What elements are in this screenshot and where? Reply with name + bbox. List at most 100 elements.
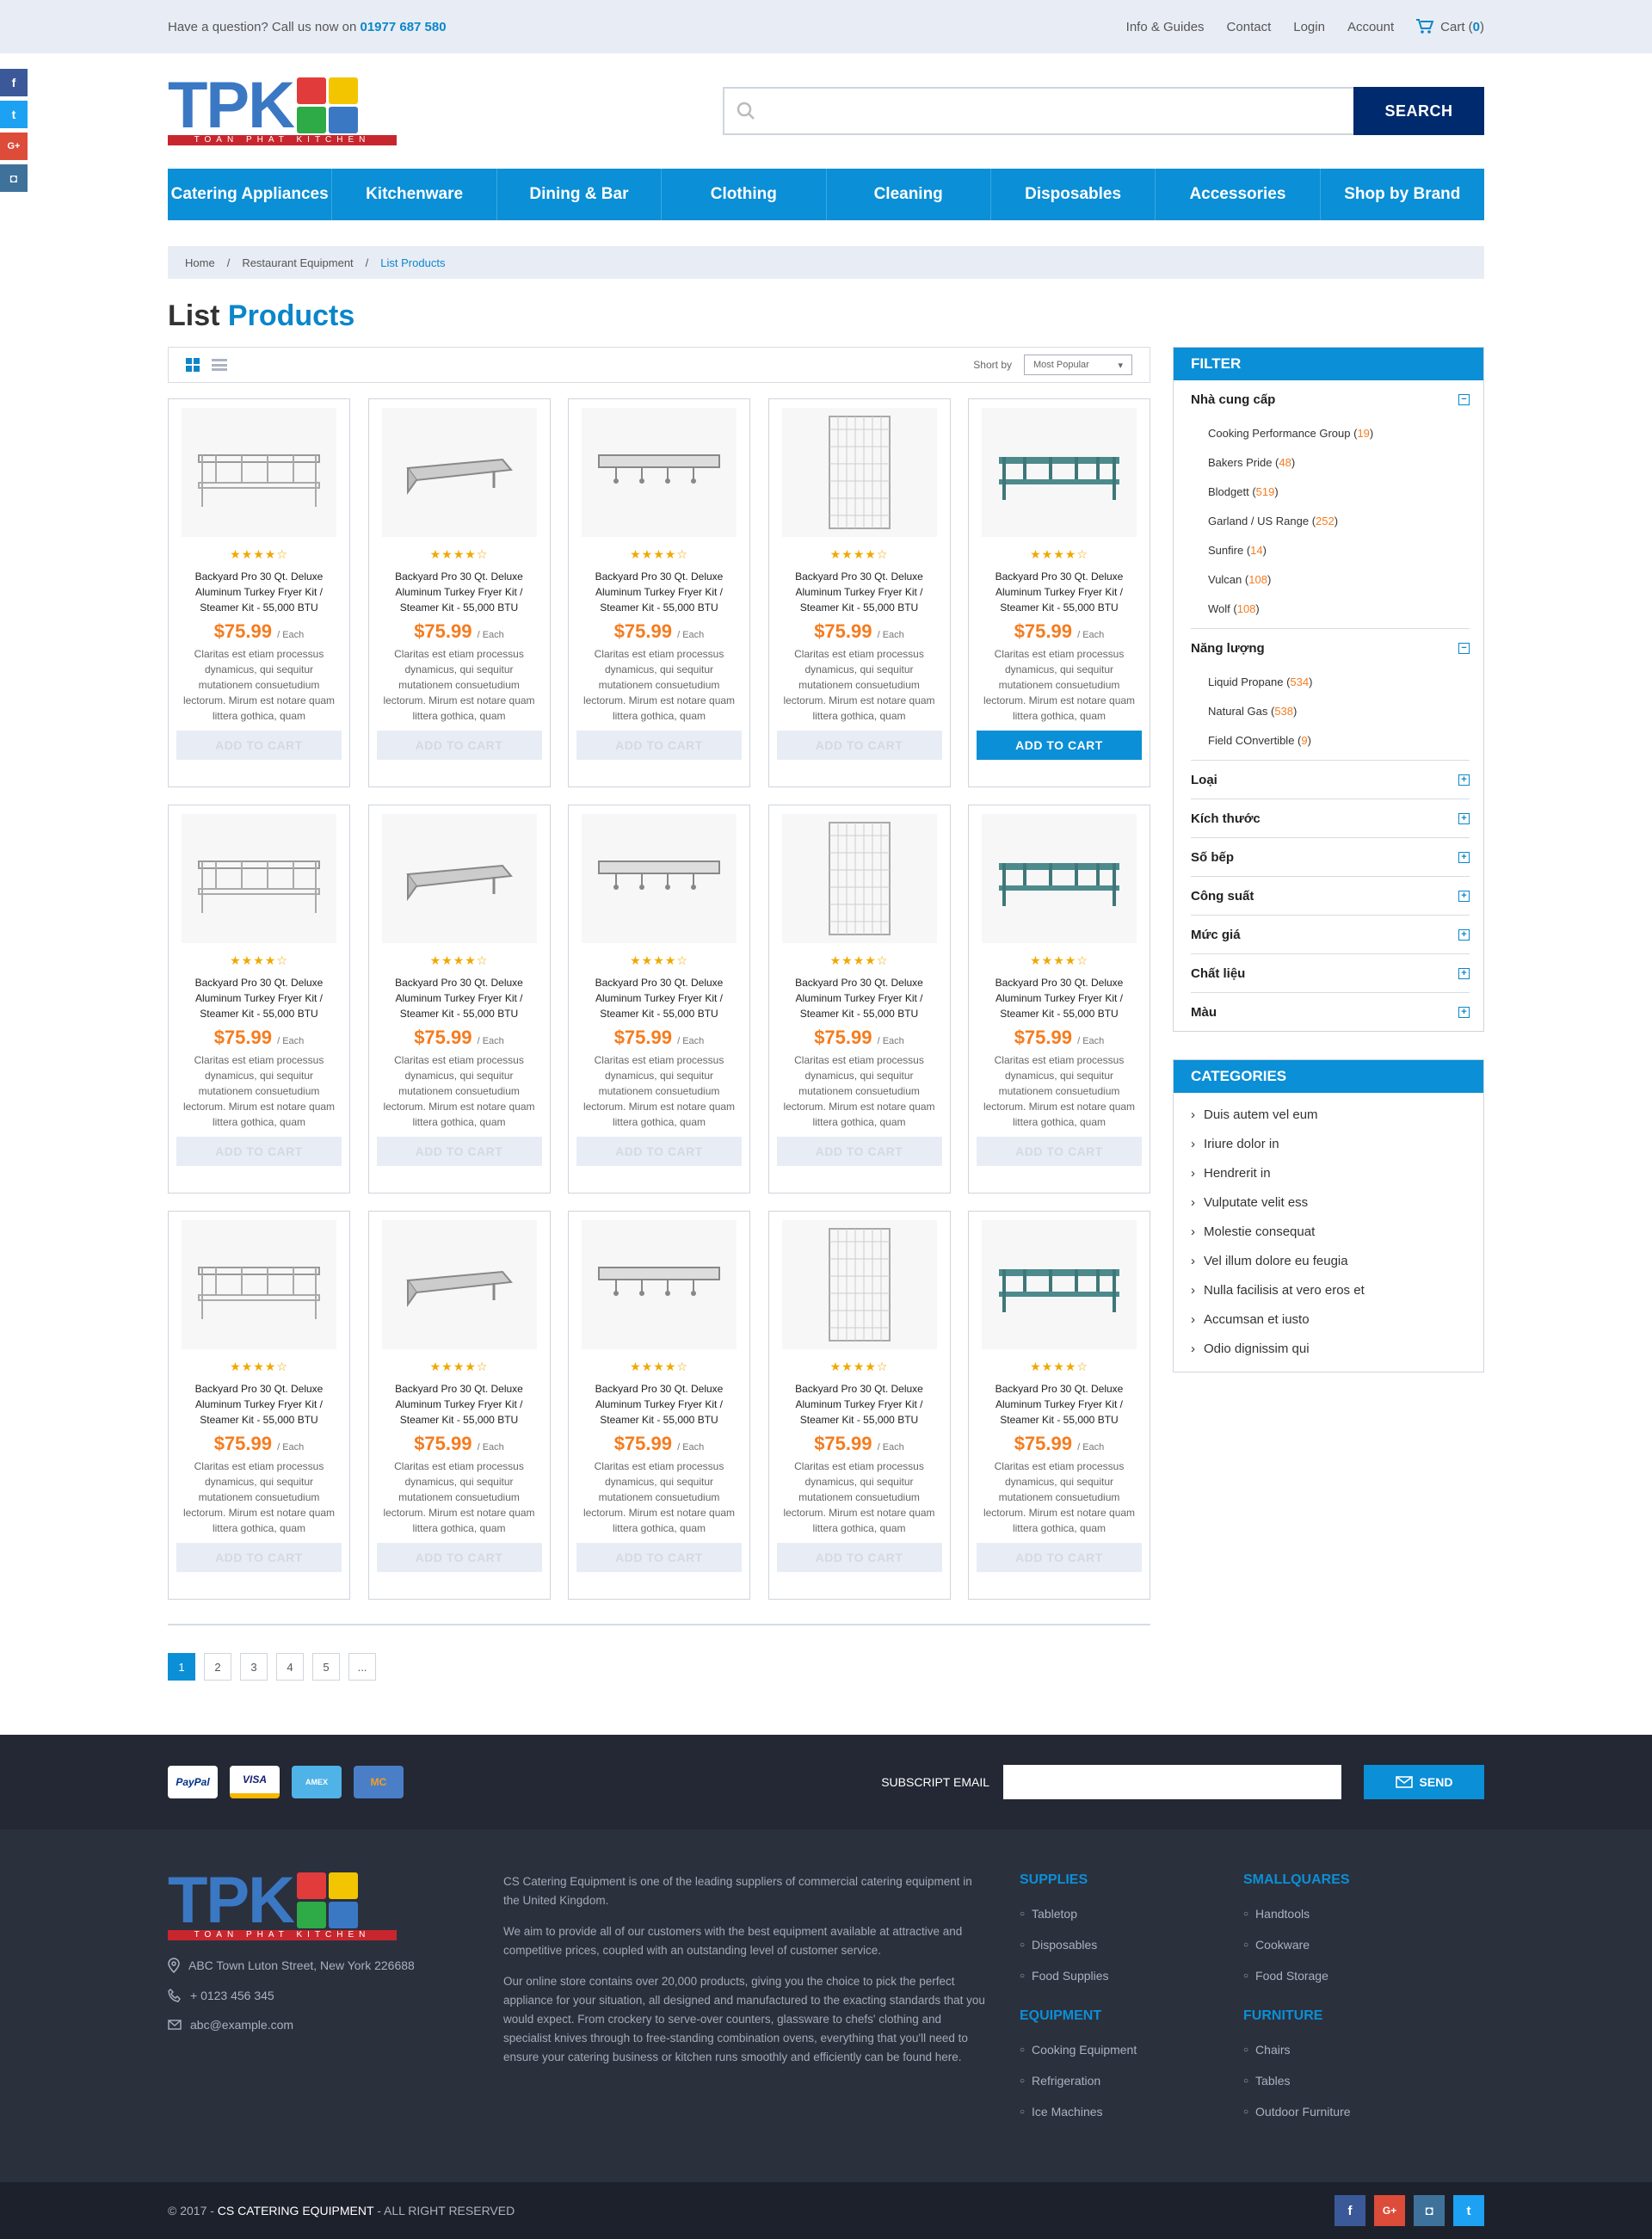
instagram-icon[interactable]: ◘ xyxy=(0,164,28,192)
expand-icon[interactable]: + xyxy=(1458,967,1470,979)
product-name[interactable]: Backyard Pro 30 Qt. Deluxe Aluminum Turk… xyxy=(982,569,1137,615)
facebook-icon[interactable]: f xyxy=(0,69,28,96)
page-5[interactable]: 5 xyxy=(312,1653,340,1681)
list-view-icon[interactable] xyxy=(212,359,227,371)
collapse-icon[interactable]: − xyxy=(1458,393,1470,405)
product-image[interactable] xyxy=(381,1220,537,1349)
nav-accessories[interactable]: Accessories xyxy=(1156,169,1321,220)
instagram-icon[interactable]: ◘ xyxy=(1414,2195,1445,2226)
product-card[interactable]: ★★★★☆ Backyard Pro 30 Qt. Deluxe Aluminu… xyxy=(767,398,951,787)
product-image[interactable] xyxy=(582,1220,737,1349)
category-item[interactable]: › Vulputate velit ess xyxy=(1174,1187,1483,1217)
filter-option[interactable]: Vulcan (108) xyxy=(1191,564,1470,594)
filter-group-header[interactable]: Chất liệu + xyxy=(1191,954,1470,992)
filter-group-header[interactable]: Màu + xyxy=(1191,993,1470,1031)
category-item[interactable]: › Molestie consequat xyxy=(1174,1217,1483,1246)
twitter-icon[interactable]: t xyxy=(0,101,28,128)
product-card[interactable]: ★★★★☆ Backyard Pro 30 Qt. Deluxe Aluminu… xyxy=(168,1211,350,1600)
filter-option[interactable]: Natural Gas (538) xyxy=(1191,696,1470,725)
add-to-cart-button[interactable]: ADD TO CART xyxy=(776,1543,942,1572)
filter-option[interactable]: Wolf (108) xyxy=(1191,594,1470,623)
category-item[interactable]: › Odio dignissim qui xyxy=(1174,1334,1483,1363)
add-to-cart-button[interactable]: ADD TO CART xyxy=(776,1137,942,1166)
product-card[interactable]: ★★★★☆ Backyard Pro 30 Qt. Deluxe Aluminu… xyxy=(968,398,1150,787)
send-button[interactable]: SEND xyxy=(1364,1765,1484,1799)
product-image[interactable] xyxy=(982,1220,1137,1349)
product-card[interactable]: ★★★★☆ Backyard Pro 30 Qt. Deluxe Aluminu… xyxy=(767,805,951,1194)
footer-link[interactable]: Food Storage xyxy=(1243,1960,1450,1991)
nav-dining-bar[interactable]: Dining & Bar xyxy=(497,169,663,220)
category-item[interactable]: › Accumsan et iusto xyxy=(1174,1305,1483,1334)
product-card[interactable]: ★★★★☆ Backyard Pro 30 Qt. Deluxe Aluminu… xyxy=(568,1211,750,1600)
product-card[interactable]: ★★★★☆ Backyard Pro 30 Qt. Deluxe Aluminu… xyxy=(568,805,750,1194)
product-image[interactable] xyxy=(781,1220,937,1349)
add-to-cart-button[interactable]: ADD TO CART xyxy=(176,1543,342,1572)
add-to-cart-button[interactable]: ADD TO CART xyxy=(977,1543,1142,1572)
phone-link[interactable]: 01977 687 580 xyxy=(360,20,446,34)
collapse-icon[interactable]: − xyxy=(1458,642,1470,654)
product-name[interactable]: Backyard Pro 30 Qt. Deluxe Aluminum Turk… xyxy=(182,1381,336,1428)
product-name[interactable]: Backyard Pro 30 Qt. Deluxe Aluminum Turk… xyxy=(382,569,537,615)
nav-disposables[interactable]: Disposables xyxy=(991,169,1156,220)
nav-cleaning[interactable]: Cleaning xyxy=(827,169,991,220)
expand-icon[interactable]: + xyxy=(1458,1006,1470,1018)
nav-shop-by-brand[interactable]: Shop by Brand xyxy=(1321,169,1484,220)
filter-group-header[interactable]: Số bếp + xyxy=(1191,838,1470,876)
product-name[interactable]: Backyard Pro 30 Qt. Deluxe Aluminum Turk… xyxy=(782,975,937,1021)
add-to-cart-button[interactable]: ADD TO CART xyxy=(776,731,942,760)
footer-link[interactable]: Refrigeration xyxy=(1020,2065,1243,2096)
add-to-cart-button[interactable]: ADD TO CART xyxy=(376,1137,542,1166)
footer-link[interactable]: Tabletop xyxy=(1020,1898,1243,1929)
filter-group-header[interactable]: Năng lượng − xyxy=(1191,629,1470,667)
footer-link[interactable]: Handtools xyxy=(1243,1898,1450,1929)
add-to-cart-button[interactable]: ADD TO CART xyxy=(576,1137,742,1166)
category-item[interactable]: › Duis autem vel eum xyxy=(1174,1100,1483,1129)
expand-icon[interactable]: + xyxy=(1458,774,1470,786)
product-image[interactable] xyxy=(781,814,937,943)
filter-option[interactable]: Blodgett (519) xyxy=(1191,477,1470,506)
twitter-icon[interactable]: t xyxy=(1453,2195,1484,2226)
page-3[interactable]: 3 xyxy=(240,1653,268,1681)
account-link[interactable]: Account xyxy=(1347,20,1394,34)
product-name[interactable]: Backyard Pro 30 Qt. Deluxe Aluminum Turk… xyxy=(382,975,537,1021)
product-name[interactable]: Backyard Pro 30 Qt. Deluxe Aluminum Turk… xyxy=(782,569,937,615)
product-image[interactable] xyxy=(982,408,1137,537)
footer-logo[interactable]: TPK TOAN PHAT KITCHEN xyxy=(168,1868,503,1940)
footer-email[interactable]: abc@example.com xyxy=(168,2018,503,2032)
category-item[interactable]: › Iriure dolor in xyxy=(1174,1129,1483,1158)
filter-group-header[interactable]: Nhà cung cấp − xyxy=(1191,380,1470,418)
product-name[interactable]: Backyard Pro 30 Qt. Deluxe Aluminum Turk… xyxy=(982,1381,1137,1428)
product-card[interactable]: ★★★★☆ Backyard Pro 30 Qt. Deluxe Aluminu… xyxy=(568,398,750,787)
add-to-cart-button[interactable]: ADD TO CART xyxy=(977,1137,1142,1166)
category-item[interactable]: › Nulla facilisis at vero eros et xyxy=(1174,1275,1483,1305)
filter-option[interactable]: Field COnvertible (9) xyxy=(1191,725,1470,755)
product-image[interactable] xyxy=(982,814,1137,943)
page-4[interactable]: 4 xyxy=(276,1653,304,1681)
product-card[interactable]: ★★★★☆ Backyard Pro 30 Qt. Deluxe Aluminu… xyxy=(968,805,1150,1194)
product-name[interactable]: Backyard Pro 30 Qt. Deluxe Aluminum Turk… xyxy=(582,975,737,1021)
footer-link[interactable]: Cooking Equipment xyxy=(1020,2034,1243,2065)
product-card[interactable]: ★★★★☆ Backyard Pro 30 Qt. Deluxe Aluminu… xyxy=(168,398,350,787)
grid-view-icon[interactable] xyxy=(186,358,200,372)
product-name[interactable]: Backyard Pro 30 Qt. Deluxe Aluminum Turk… xyxy=(182,569,336,615)
nav-clothing[interactable]: Clothing xyxy=(662,169,827,220)
product-card[interactable]: ★★★★☆ Backyard Pro 30 Qt. Deluxe Aluminu… xyxy=(367,1211,551,1600)
product-image[interactable] xyxy=(582,814,737,943)
nav-kitchenware[interactable]: Kitchenware xyxy=(332,169,497,220)
category-item[interactable]: › Vel illum dolore eu feugia xyxy=(1174,1246,1483,1275)
product-card[interactable]: ★★★★☆ Backyard Pro 30 Qt. Deluxe Aluminu… xyxy=(968,1211,1150,1600)
filter-option[interactable]: Cooking Performance Group (19) xyxy=(1191,418,1470,447)
subscribe-email-input[interactable] xyxy=(1003,1765,1341,1799)
footer-link[interactable]: Tables xyxy=(1243,2065,1450,2096)
page-more[interactable]: ... xyxy=(348,1653,376,1681)
filter-option[interactable]: Sunfire (14) xyxy=(1191,535,1470,564)
product-image[interactable] xyxy=(381,408,537,537)
filter-group-header[interactable]: Mức giá + xyxy=(1191,916,1470,953)
breadcrumb-restaurant-equipment[interactable]: Restaurant Equipment xyxy=(242,256,353,269)
product-image[interactable] xyxy=(781,408,937,537)
nav-catering-appliances[interactable]: Catering Appliances xyxy=(168,169,333,220)
add-to-cart-button[interactable]: ADD TO CART xyxy=(376,1543,542,1572)
product-name[interactable]: Backyard Pro 30 Qt. Deluxe Aluminum Turk… xyxy=(382,1381,537,1428)
expand-icon[interactable]: + xyxy=(1458,928,1470,941)
product-card[interactable]: ★★★★☆ Backyard Pro 30 Qt. Deluxe Aluminu… xyxy=(168,805,350,1194)
